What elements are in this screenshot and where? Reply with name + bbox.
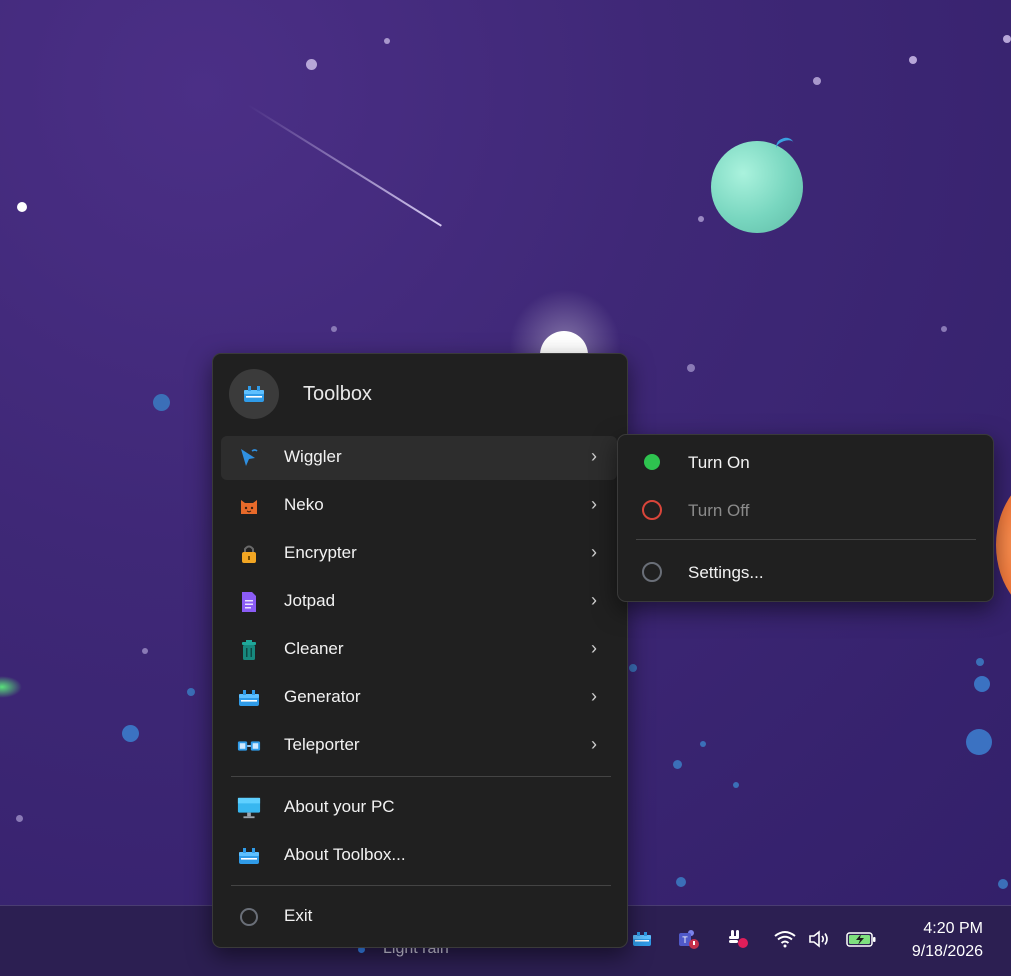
star bbox=[998, 879, 1008, 889]
menu-item-label: Cleaner bbox=[284, 639, 344, 658]
chevron-right-icon: › bbox=[591, 542, 597, 562]
svg-text:T: T bbox=[682, 935, 688, 945]
menu-item-generator[interactable]: Generator › bbox=[221, 676, 617, 720]
menu-separator bbox=[231, 776, 611, 777]
star bbox=[976, 658, 984, 666]
lock-icon bbox=[237, 542, 261, 566]
taskbar-clock[interactable]: 4:20 PM 9/18/2026 bbox=[912, 917, 983, 963]
submenu-item-label: Settings... bbox=[688, 563, 764, 582]
menu-item-wiggler[interactable]: Wiggler › bbox=[221, 436, 617, 480]
wiggler-submenu: Turn On Turn Off Settings... bbox=[617, 434, 994, 602]
teleporter-icon bbox=[237, 734, 261, 758]
chevron-right-icon: › bbox=[591, 686, 597, 706]
toolbox-logo-icon bbox=[229, 369, 279, 419]
menu-item-about-toolbox[interactable]: About Toolbox... bbox=[221, 834, 617, 878]
submenu-item-turn-off[interactable]: Turn Off bbox=[618, 488, 993, 532]
slack-icon[interactable] bbox=[726, 927, 750, 951]
menu-item-jotpad[interactable]: Jotpad › bbox=[221, 580, 617, 624]
menu-title: Toolbox bbox=[303, 382, 372, 405]
star bbox=[813, 77, 821, 85]
menu-item-label: About Toolbox... bbox=[284, 845, 406, 864]
submenu-separator bbox=[636, 539, 976, 540]
battery-charging-icon[interactable] bbox=[845, 927, 877, 951]
menu-item-exit[interactable]: Exit bbox=[221, 895, 617, 939]
menu-item-label: Jotpad bbox=[284, 591, 336, 610]
star bbox=[153, 394, 170, 411]
submenu-item-label: Turn Off bbox=[688, 501, 750, 520]
submenu-item-turn-on[interactable]: Turn On bbox=[618, 440, 993, 484]
star bbox=[17, 202, 27, 212]
star bbox=[187, 688, 195, 696]
menu-item-label: Generator bbox=[284, 687, 361, 706]
shooting-star bbox=[247, 104, 442, 227]
settings-circle-icon bbox=[642, 562, 662, 582]
wifi-icon[interactable] bbox=[773, 927, 797, 951]
menu-item-label: About your PC bbox=[284, 797, 395, 816]
menu-item-teleporter[interactable]: Teleporter › bbox=[221, 724, 617, 768]
volume-icon[interactable] bbox=[807, 927, 831, 951]
clock-date: 9/18/2026 bbox=[911, 943, 983, 960]
menu-item-encrypter[interactable]: Encrypter › bbox=[221, 532, 617, 576]
chevron-right-icon: › bbox=[591, 494, 597, 514]
menu-item-label: Exit bbox=[284, 906, 313, 925]
green-comet bbox=[0, 676, 22, 698]
star bbox=[909, 56, 917, 64]
submenu-item-label: Turn On bbox=[688, 453, 750, 472]
menu-item-neko[interactable]: Neko › bbox=[221, 484, 617, 528]
star bbox=[676, 877, 686, 887]
star bbox=[974, 676, 990, 692]
orange-planet bbox=[996, 470, 1011, 620]
document-icon bbox=[237, 590, 261, 614]
chevron-right-icon: › bbox=[591, 638, 597, 658]
cat-icon bbox=[237, 494, 261, 518]
menu-item-label: Wiggler bbox=[284, 447, 342, 466]
star bbox=[698, 216, 704, 222]
teams-icon[interactable]: T bbox=[676, 927, 700, 951]
monitor-icon bbox=[237, 796, 261, 820]
menu-item-label: Neko bbox=[284, 495, 324, 514]
trash-icon bbox=[237, 638, 261, 662]
star bbox=[629, 664, 637, 672]
exit-circle-icon bbox=[237, 905, 261, 929]
menu-item-cleaner[interactable]: Cleaner › bbox=[221, 628, 617, 672]
chevron-right-icon: › bbox=[591, 734, 597, 754]
menu-header: Toolbox bbox=[229, 369, 372, 419]
menu-separator bbox=[231, 885, 611, 886]
star bbox=[142, 648, 148, 654]
star bbox=[122, 725, 139, 742]
status-off-icon bbox=[642, 500, 662, 520]
toolbox-context-menu: Toolbox Wiggler › Neko › Encrypter › Jot… bbox=[212, 353, 628, 948]
toolbox-icon bbox=[237, 844, 261, 868]
star bbox=[966, 729, 992, 755]
star bbox=[16, 815, 23, 822]
star bbox=[1003, 35, 1011, 43]
toolbox-icon bbox=[237, 686, 261, 710]
star bbox=[331, 326, 337, 332]
star bbox=[384, 38, 390, 44]
chevron-right-icon: › bbox=[591, 446, 597, 466]
status-on-icon bbox=[644, 454, 660, 470]
submenu-item-settings[interactable]: Settings... bbox=[618, 550, 993, 594]
clock-time: 4:20 PM bbox=[923, 920, 983, 937]
star bbox=[306, 59, 317, 70]
star bbox=[700, 741, 706, 747]
star bbox=[687, 364, 695, 372]
teal-planet bbox=[711, 141, 803, 233]
star bbox=[941, 326, 947, 332]
star bbox=[733, 782, 739, 788]
star bbox=[673, 760, 682, 769]
menu-item-about-pc[interactable]: About your PC bbox=[221, 786, 617, 830]
menu-item-label: Encrypter bbox=[284, 543, 357, 562]
menu-item-label: Teleporter bbox=[284, 735, 360, 754]
chevron-right-icon: › bbox=[591, 590, 597, 610]
cursor-icon bbox=[237, 446, 261, 470]
toolbox-tray-icon[interactable] bbox=[630, 927, 654, 951]
